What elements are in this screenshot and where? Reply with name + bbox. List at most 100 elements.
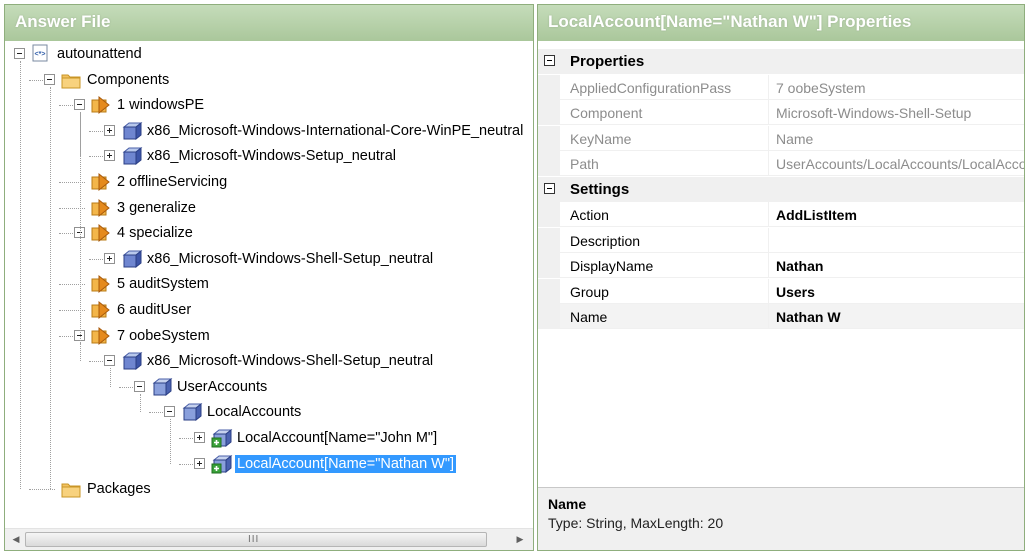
tree-node[interactable]: 7 oobeSystem	[5, 325, 533, 347]
property-row[interactable]: Component Microsoft-Windows-Shell-Setup	[538, 100, 1024, 125]
tree-node-label[interactable]: UserAccounts	[175, 378, 269, 396]
collapse-minus-icon[interactable]	[74, 99, 85, 111]
scrollbar-thumb[interactable]: III	[25, 532, 487, 547]
tree-node-label[interactable]: LocalAccount[Name="John M"]	[235, 429, 439, 447]
tree-node[interactable]: <*> autounattend	[5, 43, 533, 65]
collapse-minus-icon[interactable]	[44, 73, 55, 85]
category-properties[interactable]: Properties	[538, 49, 1024, 74]
setting-group-icon	[151, 377, 173, 397]
tree-node[interactable]: 5 auditSystem	[5, 273, 533, 295]
property-value: 7 oobeSystem	[776, 79, 866, 96]
tree-node[interactable]: x86_Microsoft-Windows-Shell-Setup_neutra…	[5, 350, 533, 372]
tree-node-label[interactable]: x86_Microsoft-Windows-Setup_neutral	[145, 147, 398, 165]
collapse-minus-icon[interactable]	[544, 182, 555, 194]
property-row[interactable]: Name Nathan W	[538, 304, 1024, 329]
tree-node[interactable]: 3 generalize	[5, 197, 533, 219]
scroll-left-arrow-icon[interactable]: ◀	[9, 532, 23, 546]
row-gutter	[538, 151, 560, 176]
tree-node[interactable]: 2 offlineServicing	[5, 171, 533, 193]
tree-connector	[80, 112, 81, 362]
expand-plus-icon[interactable]	[194, 457, 205, 469]
column-separator	[768, 202, 769, 227]
tree-node-label[interactable]: 5 auditSystem	[115, 275, 211, 293]
property-row[interactable]: Description	[538, 227, 1024, 253]
category-settings[interactable]: Settings	[538, 176, 1024, 202]
tree-connector	[110, 368, 111, 387]
tree-node[interactable]: 1 windowsPE	[5, 94, 533, 116]
collapse-minus-icon[interactable]	[164, 406, 175, 418]
tree-node[interactable]: 6 auditUser	[5, 299, 533, 321]
collapse-minus-icon[interactable]	[104, 355, 115, 367]
column-separator	[768, 151, 769, 176]
tree-node-label[interactable]: 2 offlineServicing	[115, 173, 229, 191]
scrollbar-grip: III	[248, 534, 260, 545]
property-value[interactable]: Nathan W	[776, 309, 841, 325]
property-value[interactable]: Nathan	[776, 258, 823, 274]
tree-node-label[interactable]: LocalAccount[Name="Nathan W"]	[235, 454, 457, 473]
expand-plus-icon[interactable]	[104, 150, 115, 162]
tree-node[interactable]: LocalAccount[Name="John M"]	[5, 427, 533, 449]
collapse-minus-icon[interactable]	[544, 55, 555, 66]
row-gutter	[538, 74, 560, 100]
property-row[interactable]: Action AddListItem	[538, 202, 1024, 227]
tree-node[interactable]: LocalAccounts	[5, 401, 533, 423]
tree-node[interactable]: 4 specialize	[5, 222, 533, 244]
property-value[interactable]: Users	[776, 284, 815, 300]
column-separator	[768, 278, 769, 304]
tree-node-label[interactable]: 6 auditUser	[115, 301, 193, 319]
tree-node-label[interactable]: autounattend	[55, 45, 144, 63]
property-name: KeyName	[570, 130, 632, 147]
tree-node[interactable]: LocalAccount[Name="Nathan W"]	[5, 453, 533, 475]
property-name: Action	[570, 207, 609, 223]
category-label: Settings	[570, 180, 630, 198]
tree-connector	[29, 489, 55, 491]
collapse-minus-icon[interactable]	[134, 380, 145, 392]
property-value: UserAccounts/LocalAccounts/LocalAccount	[776, 156, 1025, 172]
tree-node-label[interactable]: 3 generalize	[115, 199, 198, 217]
tree-node-label[interactable]: LocalAccounts	[205, 403, 303, 421]
list-item-icon	[211, 454, 233, 474]
tree-node-label[interactable]: x86_Microsoft-Windows-Shell-Setup_neutra…	[145, 352, 435, 370]
property-row[interactable]: Path UserAccounts/LocalAccounts/LocalAcco…	[538, 151, 1024, 176]
tree-node[interactable]: x86_Microsoft-Windows-Shell-Setup_neutra…	[5, 248, 533, 270]
component-icon	[121, 146, 143, 166]
column-separator	[768, 74, 769, 100]
expand-plus-icon[interactable]	[104, 124, 115, 136]
answer-file-header: Answer File	[5, 5, 533, 41]
tree-node-label[interactable]: 7 oobeSystem	[115, 327, 212, 345]
property-name: Group	[570, 283, 609, 300]
tree-node-label[interactable]: 4 specialize	[115, 224, 195, 242]
horizontal-scrollbar[interactable]: ◀ III ▶	[5, 528, 533, 550]
tree-node-label[interactable]: Packages	[85, 480, 153, 498]
property-name: Path	[570, 156, 599, 172]
property-name: Component	[570, 105, 643, 121]
properties-pane: LocalAccount[Name="Nathan W"] Properties…	[537, 4, 1025, 551]
setting-group-icon	[181, 402, 203, 422]
property-grid[interactable]: Properties AppliedConfigurationPass 7 oobe…	[538, 49, 1024, 489]
tree-node[interactable]: Components	[5, 69, 533, 91]
expand-plus-icon[interactable]	[194, 432, 205, 443]
property-row[interactable]: AppliedConfigurationPass 7 oobeSystem	[538, 74, 1024, 100]
folder-icon	[61, 70, 81, 90]
tree-connector	[59, 284, 85, 286]
tree-connector	[59, 310, 85, 311]
tree-node-label[interactable]: x86_Microsoft-Windows-International-Core…	[145, 122, 525, 140]
property-row[interactable]: Group Users	[538, 278, 1024, 304]
scroll-right-arrow-icon[interactable]: ▶	[513, 532, 527, 546]
property-row[interactable]: KeyName Name	[538, 125, 1024, 151]
tree-node[interactable]: Packages	[5, 478, 533, 500]
property-row[interactable]: DisplayName Nathan	[538, 253, 1024, 278]
property-value: Microsoft-Windows-Shell-Setup	[776, 105, 972, 121]
answer-file-tree[interactable]: <*> autounattend Components 1 windowsPE x86_…	[5, 42, 533, 527]
property-value[interactable]: AddListItem	[776, 207, 857, 223]
properties-header: LocalAccount[Name="Nathan W"] Properties	[538, 5, 1024, 41]
expand-plus-icon[interactable]	[104, 252, 115, 264]
collapse-minus-icon[interactable]	[14, 48, 25, 59]
tree-node-label[interactable]: Components	[85, 71, 171, 89]
tree-node-label[interactable]: x86_Microsoft-Windows-Shell-Setup_neutra…	[145, 250, 435, 268]
description-text: Type: String, MaxLength: 20	[548, 515, 724, 531]
tree-node[interactable]: x86_Microsoft-Windows-International-Core…	[5, 120, 533, 142]
tree-node-label[interactable]: 1 windowsPE	[115, 96, 206, 114]
tree-node[interactable]: UserAccounts	[5, 376, 533, 398]
tree-node[interactable]: x86_Microsoft-Windows-Setup_neutral	[5, 145, 533, 167]
